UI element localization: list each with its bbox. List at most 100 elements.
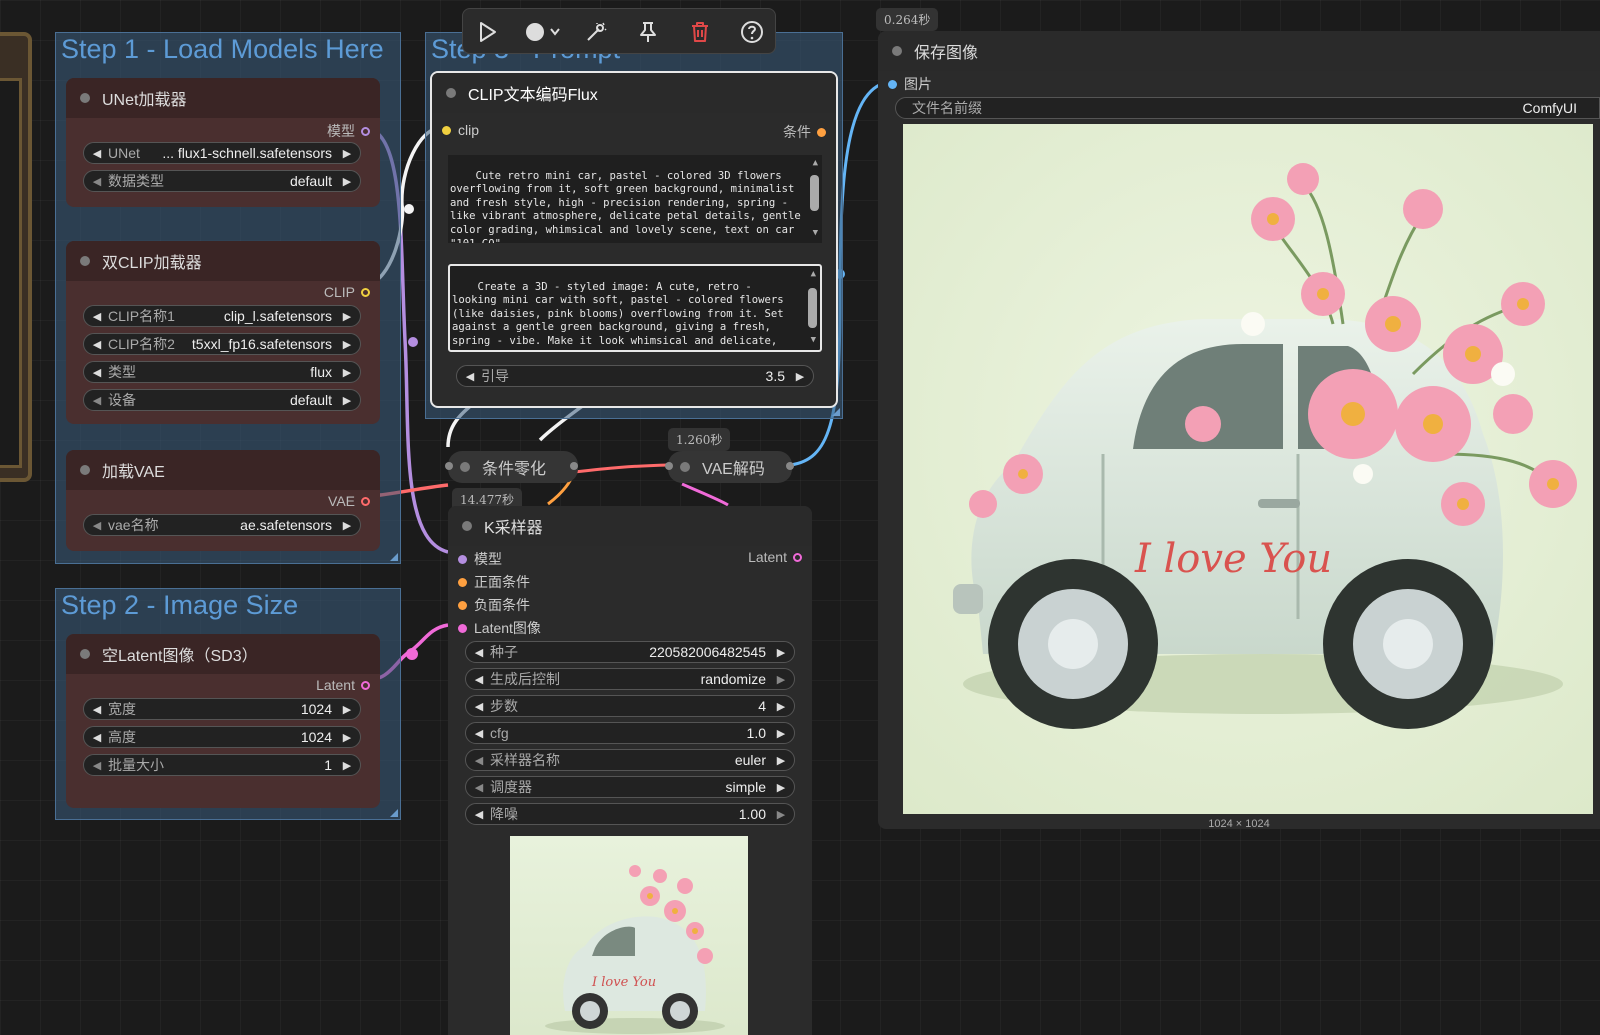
arrow-left-icon[interactable]: ◀ xyxy=(90,703,104,716)
widget-scheduler[interactable]: ◀ 调度器 simple ▶ xyxy=(465,776,795,798)
arrow-right-icon[interactable]: ▶ xyxy=(793,370,807,383)
widget-width[interactable]: ◀ 宽度 1024 ▶ xyxy=(83,698,361,720)
port-dot[interactable] xyxy=(817,127,826,137)
widget-steps[interactable]: ◀ 步数 4 ▶ xyxy=(465,695,795,717)
port-dot[interactable] xyxy=(458,577,467,587)
widget-seed[interactable]: ◀ 种子 220582006482545 ▶ xyxy=(465,641,795,663)
arrow-right-icon[interactable]: ▶ xyxy=(340,759,354,772)
arrow-right-icon[interactable]: ▶ xyxy=(340,338,354,351)
arrow-left-icon[interactable]: ◀ xyxy=(90,731,104,744)
port-dot[interactable] xyxy=(361,680,370,690)
port-dot[interactable] xyxy=(361,287,370,297)
node-header[interactable]: K采样器 xyxy=(448,506,812,546)
resize-handle[interactable] xyxy=(390,553,398,561)
output-conditioning[interactable]: 条件 xyxy=(783,122,826,142)
node-header[interactable]: 双CLIP加载器 xyxy=(66,241,380,281)
arrow-left-icon[interactable]: ◀ xyxy=(472,808,486,821)
scroll-up-icon[interactable]: ▲ xyxy=(813,157,818,171)
input-port-dot[interactable] xyxy=(665,462,673,470)
arrow-left-icon[interactable]: ◀ xyxy=(90,759,104,772)
delete-button[interactable] xyxy=(685,17,715,47)
vae-decode-node[interactable]: VAE解码 xyxy=(668,451,792,483)
unet-loader-node[interactable]: UNet加载器 模型 ◀ UNet ... flux1-schnell.safete… xyxy=(66,78,380,207)
collapse-dot[interactable] xyxy=(80,465,90,475)
port-dot[interactable] xyxy=(458,623,467,633)
port-dot[interactable] xyxy=(888,79,897,89)
scroll-down-icon[interactable]: ▼ xyxy=(811,334,816,348)
widget-clip-name2[interactable]: ◀ CLIP名称2 t5xxl_fp16.safetensors ▶ xyxy=(83,333,361,355)
widget-denoise[interactable]: ◀ 降噪 1.00 ▶ xyxy=(465,803,795,825)
collapse-dot[interactable] xyxy=(460,462,470,472)
port-dot[interactable] xyxy=(361,126,370,136)
input-positive[interactable]: 正面条件 xyxy=(458,572,530,592)
arrow-right-icon[interactable]: ▶ xyxy=(774,646,788,659)
arrow-left-icon[interactable]: ◀ xyxy=(472,781,486,794)
conditioning-zero-out-node[interactable]: 条件零化 xyxy=(448,451,578,483)
arrow-left-icon[interactable]: ◀ xyxy=(472,700,486,713)
port-dot[interactable] xyxy=(361,496,370,506)
arrow-left-icon[interactable]: ◀ xyxy=(472,673,486,686)
color-button[interactable] xyxy=(521,17,565,47)
widget-type[interactable]: ◀ 类型 flux ▶ xyxy=(83,361,361,383)
collapse-dot[interactable] xyxy=(446,88,456,98)
arrow-right-icon[interactable]: ▶ xyxy=(340,310,354,323)
arrow-left-icon[interactable]: ◀ xyxy=(90,519,104,532)
widget-dtype[interactable]: ◀ 数据类型 default ▶ xyxy=(83,170,361,192)
output-vae[interactable]: VAE xyxy=(328,493,370,509)
output-latent[interactable]: Latent xyxy=(316,677,370,693)
port-dot[interactable] xyxy=(458,554,467,564)
input-negative[interactable]: 负面条件 xyxy=(458,595,530,615)
clip-l-textarea[interactable]: Cute retro mini car, pastel - colored 3D… xyxy=(448,155,822,243)
node-header[interactable]: CLIP文本编码Flux xyxy=(432,73,836,113)
node-header[interactable]: 加载VAE xyxy=(66,450,380,490)
widget-height[interactable]: ◀ 高度 1024 ▶ xyxy=(83,726,361,748)
arrow-left-icon[interactable]: ◀ xyxy=(90,175,104,188)
output-model[interactable]: 模型 xyxy=(327,121,370,141)
dual-clip-loader-node[interactable]: 双CLIP加载器 CLIP ◀ CLIP名称1 clip_l.safetensors… xyxy=(66,241,380,424)
arrow-right-icon[interactable]: ▶ xyxy=(774,700,788,713)
arrow-left-icon[interactable]: ◀ xyxy=(90,366,104,379)
pin-button[interactable] xyxy=(633,17,663,47)
widget-sampler-name[interactable]: ◀ 采样器名称 euler ▶ xyxy=(465,749,795,771)
widget-control-after-generate[interactable]: ◀ 生成后控制 randomize ▶ xyxy=(465,668,795,690)
run-button[interactable] xyxy=(473,17,503,47)
scroll-thumb[interactable] xyxy=(808,288,817,328)
arrow-right-icon[interactable]: ▶ xyxy=(774,808,788,821)
arrow-right-icon[interactable]: ▶ xyxy=(774,727,788,740)
widget-batch-size[interactable]: ◀ 批量大小 1 ▶ xyxy=(83,754,361,776)
widget-device[interactable]: ◀ 设备 default ▶ xyxy=(83,389,361,411)
arrow-right-icon[interactable]: ▶ xyxy=(774,673,788,686)
collapse-dot[interactable] xyxy=(892,46,902,56)
arrow-left-icon[interactable]: ◀ xyxy=(472,727,486,740)
input-port-dot[interactable] xyxy=(445,462,453,470)
scroll-up-icon[interactable]: ▲ xyxy=(811,268,816,282)
collapse-dot[interactable] xyxy=(80,93,90,103)
input-latent-image[interactable]: Latent图像 xyxy=(458,618,541,638)
output-port-dot[interactable] xyxy=(570,462,578,470)
arrow-right-icon[interactable]: ▶ xyxy=(340,703,354,716)
arrow-left-icon[interactable]: ◀ xyxy=(90,147,104,160)
help-button[interactable] xyxy=(737,17,767,47)
scroll-down-icon[interactable]: ▼ xyxy=(813,227,818,241)
node-header[interactable]: UNet加载器 xyxy=(66,78,380,118)
collapse-dot[interactable] xyxy=(80,256,90,266)
vae-loader-node[interactable]: 加载VAE VAE ◀ vae名称 ae.safetensors ▶ xyxy=(66,450,380,551)
arrow-left-icon[interactable]: ◀ xyxy=(90,338,104,351)
arrow-right-icon[interactable]: ▶ xyxy=(340,519,354,532)
port-dot[interactable] xyxy=(458,600,467,610)
output-clip[interactable]: CLIP xyxy=(324,284,370,300)
arrow-right-icon[interactable]: ▶ xyxy=(340,366,354,379)
arrow-right-icon[interactable]: ▶ xyxy=(774,781,788,794)
arrow-right-icon[interactable]: ▶ xyxy=(340,175,354,188)
input-images[interactable]: 图片 xyxy=(888,74,932,94)
arrow-right-icon[interactable]: ▶ xyxy=(340,147,354,160)
collapse-dot[interactable] xyxy=(680,462,690,472)
clip-text-encode-node[interactable]: CLIP文本编码Flux clip 条件 Cute retro mini car… xyxy=(430,71,838,408)
t5xxl-textarea[interactable]: Create a 3D - styled image: A cute, retr… xyxy=(448,264,822,352)
widget-clip-name1[interactable]: ◀ CLIP名称1 clip_l.safetensors ▶ xyxy=(83,305,361,327)
arrow-left-icon[interactable]: ◀ xyxy=(90,310,104,323)
save-image-node[interactable]: 保存图像 图片 文件名前缀 ComfyUI I love You 1024 × … xyxy=(878,31,1600,829)
arrow-left-icon[interactable]: ◀ xyxy=(90,394,104,407)
node-header[interactable]: 空Latent图像（SD3） xyxy=(66,634,380,674)
scrollbar[interactable] xyxy=(810,169,819,229)
